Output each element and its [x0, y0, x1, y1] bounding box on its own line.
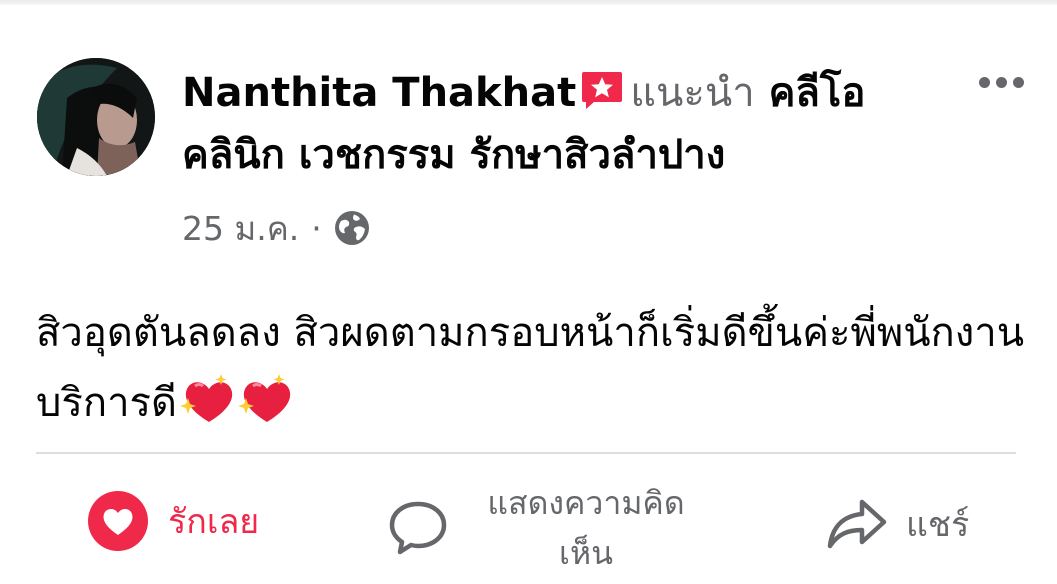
action-bar: รักเลย แสดงความคิดเห็น แชร์	[0, 470, 1057, 582]
sparkling-heart-icon	[238, 374, 291, 422]
recommends-label: แนะนำ	[630, 70, 755, 116]
globe-icon	[334, 211, 369, 245]
avatar-photo	[37, 58, 155, 176]
post-body: สิวอุดตันลดลง สิวผดตามกรอบหน้าก็เริ่มดีข…	[36, 298, 1036, 438]
post-date[interactable]: 25 ม.ค.	[182, 202, 299, 255]
divider	[36, 452, 1016, 454]
share-button-label: แชร์	[906, 505, 970, 545]
post-meta: 25 ม.ค. ·	[182, 206, 370, 250]
comment-icon	[389, 501, 447, 555]
meta-separator: ·	[311, 208, 322, 248]
more-options-icon[interactable]	[970, 62, 1032, 102]
post-header: Nanthita Thakhat แนะนำ คลีโอ คลินิก เวชกร…	[182, 62, 922, 186]
share-arrow-icon	[827, 499, 887, 549]
share-button[interactable]: แชร์	[826, 494, 969, 554]
heart-icon	[88, 491, 148, 551]
love-button[interactable]: รักเลย	[88, 490, 259, 552]
love-button-label: รักเลย	[168, 502, 260, 542]
author-name[interactable]: Nanthita Thakhat	[182, 70, 576, 116]
comment-button[interactable]: แสดงความคิดเห็น	[388, 478, 706, 578]
avatar[interactable]	[37, 58, 155, 176]
recommend-star-icon	[582, 72, 623, 109]
sparkling-heart-icon	[180, 374, 233, 422]
comment-button-label: แสดงความคิดเห็น	[487, 484, 685, 572]
top-separator	[0, 0, 1057, 5]
